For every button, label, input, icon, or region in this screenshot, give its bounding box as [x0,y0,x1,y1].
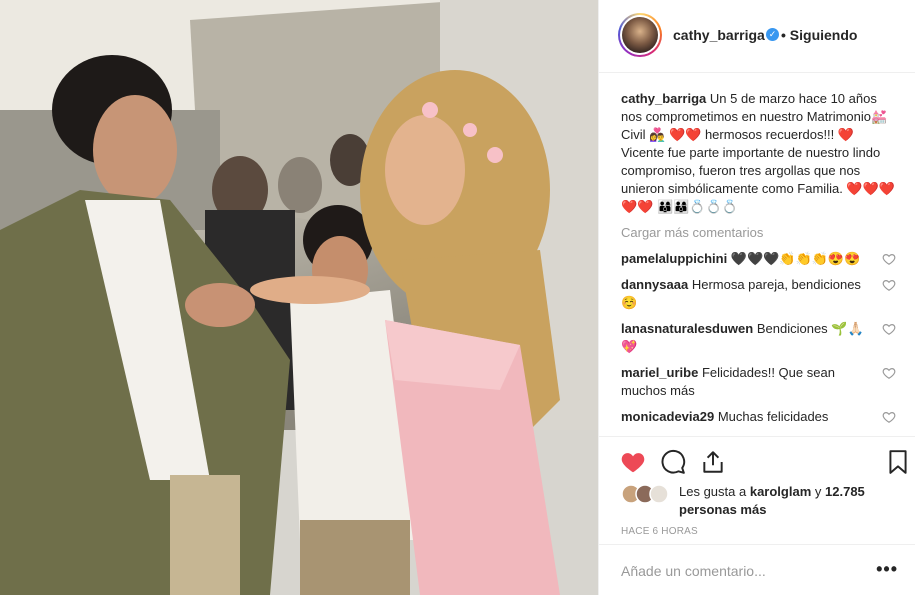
comment-item: mariel_uribe Felicidades!! Que sean much… [621,364,896,400]
verified-icon: ✓ [766,28,779,41]
comment-item: monicadevia29 Muchas felicidades [621,408,896,426]
comment-item: dannysaaa Hermosa pareja, bendiciones☺️ [621,276,896,312]
heart-outline-icon[interactable] [882,410,896,424]
comments-section: cathy_barriga Un 5 de marzo hace 10 años… [621,90,896,433]
comment-username[interactable]: lanasnaturalesduwen [621,321,753,336]
comment-username[interactable]: mariel_uribe [621,365,698,380]
photo-illustration [0,0,598,595]
caption-text: Un 5 de marzo hace 10 años nos compromet… [621,91,895,214]
caption-username[interactable]: cathy_barriga [621,91,706,106]
comment-item: lanasnaturalesduwen Bendiciones 🌱🙏🏻💖 [621,320,896,356]
comment-username[interactable]: pamelaluppichini [621,251,727,266]
add-comment-input[interactable] [621,563,871,579]
bookmark-icon[interactable] [885,449,911,475]
post-timestamp[interactable]: HACE 6 HORAS [621,526,698,537]
comment-username[interactable]: monicadevia29 [621,409,714,424]
post-photo[interactable] [0,0,598,595]
likes-prefix: Les gusta a [679,484,747,499]
heart-outline-icon[interactable] [882,366,896,380]
heart-outline-icon[interactable] [882,278,896,292]
caption: cathy_barriga Un 5 de marzo hace 10 años… [621,90,896,216]
more-options-icon[interactable]: ••• [876,559,898,580]
comment-text: 🖤🖤🖤👏👏👏😍😍 [730,251,861,266]
comment-text: Muchas felicidades [717,409,829,424]
comment-item: pamelaluppichini 🖤🖤🖤👏👏👏😍😍 [621,250,896,268]
comment-username[interactable]: dannysaaa [621,277,688,292]
heart-filled-icon[interactable] [620,449,646,475]
share-icon[interactable] [700,449,726,475]
liked-by-avatars [621,484,669,504]
heart-outline-icon[interactable] [882,322,896,336]
user-avatar[interactable] [618,13,662,57]
comment-icon[interactable] [660,449,686,475]
likes-joiner: y [814,484,822,499]
post-details-panel: cathy_barriga ✓ • Siguiendo cathy_barrig… [598,0,915,595]
add-comment-bar: ••• [599,544,915,595]
post-header: cathy_barriga ✓ • Siguiendo [599,0,915,73]
load-more-comments-button[interactable]: Cargar más comentarios [621,224,896,242]
header-username[interactable]: cathy_barriga [673,27,765,43]
follow-status-button[interactable]: • Siguiendo [781,27,857,43]
likes-summary: Les gusta a karolglam y 12.785 personas … [679,483,899,519]
liked-by-user-link[interactable]: karolglam [750,484,811,499]
heart-outline-icon[interactable] [882,252,896,266]
